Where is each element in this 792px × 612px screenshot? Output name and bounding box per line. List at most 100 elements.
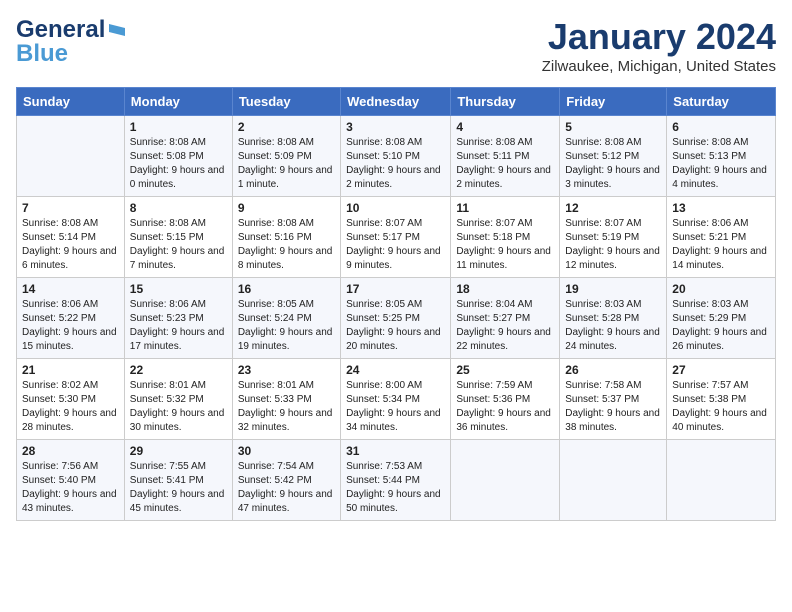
cell-sun-info: Sunrise: 8:08 AMSunset: 5:14 PMDaylight:… — [22, 217, 119, 273]
day-number: 10 — [346, 201, 445, 215]
weekday-header: Sunday — [17, 88, 125, 116]
day-number: 23 — [238, 363, 335, 377]
day-number: 3 — [346, 120, 445, 134]
calendar-cell: 30 Sunrise: 7:54 AMSunset: 5:42 PMDayligh… — [232, 440, 340, 521]
calendar-cell: 7 Sunrise: 8:08 AMSunset: 5:14 PMDaylight… — [17, 197, 125, 278]
cell-sun-info: Sunrise: 8:03 AMSunset: 5:28 PMDaylight:… — [565, 298, 661, 354]
calendar-cell: 5Sunrise: 8:08 AMSunset: 5:12 PMDaylight… — [560, 116, 667, 197]
day-number: 21 — [22, 363, 119, 377]
logo-icon — [107, 20, 127, 40]
cell-sun-info: Sunrise: 8:08 AMSunset: 5:13 PMDaylight:… — [672, 136, 770, 192]
calendar-cell: 29 Sunrise: 7:55 AMSunset: 5:41 PMDayligh… — [124, 440, 232, 521]
day-number: 26 — [565, 363, 661, 377]
day-number: 19 — [565, 282, 661, 296]
day-number: 14 — [22, 282, 119, 296]
logo: General Blue — [16, 16, 127, 68]
title-block: January 2024 Zilwaukee, Michigan, United… — [542, 16, 776, 75]
day-number: 24 — [346, 363, 445, 377]
cell-sun-info: Sunrise: 8:01 AMSunset: 5:32 PMDaylight:… — [130, 379, 227, 435]
calendar-cell: 15 Sunrise: 8:06 AMSunset: 5:23 PMDayligh… — [124, 278, 232, 359]
cell-sun-info: Sunrise: 8:06 AMSunset: 5:22 PMDaylight:… — [22, 298, 119, 354]
weekday-header: Saturday — [667, 88, 776, 116]
cell-sun-info: Sunrise: 7:54 AMSunset: 5:42 PMDaylight:… — [238, 460, 335, 516]
weekday-header-row: SundayMondayTuesdayWednesdayThursdayFrid… — [17, 88, 776, 116]
page-header: General Blue January 2024 Zilwaukee, Mic… — [16, 16, 776, 75]
calendar-cell: 14 Sunrise: 8:06 AMSunset: 5:22 PMDayligh… — [17, 278, 125, 359]
weekday-header: Monday — [124, 88, 232, 116]
calendar-cell: 13Sunrise: 8:06 AMSunset: 5:21 PMDayligh… — [667, 197, 776, 278]
calendar-cell: 11 Sunrise: 8:07 AMSunset: 5:18 PMDayligh… — [451, 197, 560, 278]
day-number: 28 — [22, 444, 119, 458]
calendar-cell: 24 Sunrise: 8:00 AMSunset: 5:34 PMDayligh… — [341, 359, 451, 440]
day-number: 31 — [346, 444, 445, 458]
day-number: 6 — [672, 120, 770, 134]
calendar-cell: 27 Sunrise: 7:57 AMSunset: 5:38 PMDayligh… — [667, 359, 776, 440]
calendar-cell: 26 Sunrise: 7:58 AMSunset: 5:37 PMDayligh… — [560, 359, 667, 440]
cell-sun-info: Sunrise: 8:06 AMSunset: 5:23 PMDaylight:… — [130, 298, 227, 354]
day-number: 29 — [130, 444, 227, 458]
calendar-cell: 21Sunrise: 8:02 AMSunset: 5:30 PMDayligh… — [17, 359, 125, 440]
cell-sun-info: Sunrise: 8:00 AMSunset: 5:34 PMDaylight:… — [346, 379, 445, 435]
day-number: 22 — [130, 363, 227, 377]
cell-sun-info: Sunrise: 8:04 AMSunset: 5:27 PMDaylight:… — [456, 298, 554, 354]
day-number: 18 — [456, 282, 554, 296]
calendar-cell — [451, 440, 560, 521]
calendar-cell: 25Sunrise: 7:59 AMSunset: 5:36 PMDayligh… — [451, 359, 560, 440]
calendar-cell: 19 Sunrise: 8:03 AMSunset: 5:28 PMDayligh… — [560, 278, 667, 359]
day-number: 8 — [130, 201, 227, 215]
calendar-cell: 23 Sunrise: 8:01 AMSunset: 5:33 PMDayligh… — [232, 359, 340, 440]
day-number: 20 — [672, 282, 770, 296]
cell-sun-info: Sunrise: 7:58 AMSunset: 5:37 PMDaylight:… — [565, 379, 661, 435]
cell-sun-info: Sunrise: 8:08 AMSunset: 5:12 PMDaylight:… — [565, 136, 661, 192]
calendar-cell: 8 Sunrise: 8:08 AMSunset: 5:15 PMDaylight… — [124, 197, 232, 278]
day-number: 11 — [456, 201, 554, 215]
cell-sun-info: Sunrise: 8:08 AMSunset: 5:16 PMDaylight:… — [238, 217, 335, 273]
day-number: 12 — [565, 201, 661, 215]
cell-sun-info: Sunrise: 8:08 AMSunset: 5:11 PMDaylight:… — [456, 136, 554, 192]
cell-sun-info: Sunrise: 7:55 AMSunset: 5:41 PMDaylight:… — [130, 460, 227, 516]
calendar-cell: 4 Sunrise: 8:08 AMSunset: 5:11 PMDaylight… — [451, 116, 560, 197]
day-number: 4 — [456, 120, 554, 134]
day-number: 1 — [130, 120, 227, 134]
calendar-cell — [17, 116, 125, 197]
calendar-cell: 17Sunrise: 8:05 AMSunset: 5:25 PMDayligh… — [341, 278, 451, 359]
day-number: 15 — [130, 282, 227, 296]
cell-sun-info: Sunrise: 8:05 AMSunset: 5:24 PMDaylight:… — [238, 298, 335, 354]
calendar-week-row: 7 Sunrise: 8:08 AMSunset: 5:14 PMDaylight… — [17, 197, 776, 278]
cell-sun-info: Sunrise: 8:08 AMSunset: 5:08 PMDaylight:… — [130, 136, 227, 192]
calendar-cell: 20 Sunrise: 8:03 AMSunset: 5:29 PMDayligh… — [667, 278, 776, 359]
calendar-cell: 2Sunrise: 8:08 AMSunset: 5:09 PMDaylight… — [232, 116, 340, 197]
calendar-cell: 31 Sunrise: 7:53 AMSunset: 5:44 PMDayligh… — [341, 440, 451, 521]
calendar-week-row: 28 Sunrise: 7:56 AMSunset: 5:40 PMDayligh… — [17, 440, 776, 521]
cell-sun-info: Sunrise: 7:56 AMSunset: 5:40 PMDaylight:… — [22, 460, 119, 516]
calendar-cell: 6 Sunrise: 8:08 AMSunset: 5:13 PMDaylight… — [667, 116, 776, 197]
calendar-cell: 18 Sunrise: 8:04 AMSunset: 5:27 PMDayligh… — [451, 278, 560, 359]
day-number: 13 — [672, 201, 770, 215]
month-title: January 2024 — [542, 16, 776, 58]
day-number: 30 — [238, 444, 335, 458]
cell-sun-info: Sunrise: 8:07 AMSunset: 5:18 PMDaylight:… — [456, 217, 554, 273]
calendar-cell: 3 Sunrise: 8:08 AMSunset: 5:10 PMDaylight… — [341, 116, 451, 197]
calendar-cell: 16Sunrise: 8:05 AMSunset: 5:24 PMDayligh… — [232, 278, 340, 359]
day-number: 27 — [672, 363, 770, 377]
cell-sun-info: Sunrise: 7:53 AMSunset: 5:44 PMDaylight:… — [346, 460, 445, 516]
calendar-cell: 1 Sunrise: 8:08 AMSunset: 5:08 PMDaylight… — [124, 116, 232, 197]
cell-sun-info: Sunrise: 7:57 AMSunset: 5:38 PMDaylight:… — [672, 379, 770, 435]
cell-sun-info: Sunrise: 7:59 AMSunset: 5:36 PMDaylight:… — [456, 379, 554, 435]
calendar-week-row: 1 Sunrise: 8:08 AMSunset: 5:08 PMDaylight… — [17, 116, 776, 197]
cell-sun-info: Sunrise: 8:08 AMSunset: 5:10 PMDaylight:… — [346, 136, 445, 192]
cell-sun-info: Sunrise: 8:08 AMSunset: 5:15 PMDaylight:… — [130, 217, 227, 273]
logo-blue: Blue — [16, 40, 68, 68]
day-number: 7 — [22, 201, 119, 215]
calendar-week-row: 14 Sunrise: 8:06 AMSunset: 5:22 PMDayligh… — [17, 278, 776, 359]
calendar-cell: 12 Sunrise: 8:07 AMSunset: 5:19 PMDayligh… — [560, 197, 667, 278]
cell-sun-info: Sunrise: 8:03 AMSunset: 5:29 PMDaylight:… — [672, 298, 770, 354]
calendar-cell: 28 Sunrise: 7:56 AMSunset: 5:40 PMDayligh… — [17, 440, 125, 521]
cell-sun-info: Sunrise: 8:01 AMSunset: 5:33 PMDaylight:… — [238, 379, 335, 435]
calendar-cell: 9 Sunrise: 8:08 AMSunset: 5:16 PMDaylight… — [232, 197, 340, 278]
calendar-cell: 22 Sunrise: 8:01 AMSunset: 5:32 PMDayligh… — [124, 359, 232, 440]
cell-sun-info: Sunrise: 8:08 AMSunset: 5:09 PMDaylight:… — [238, 136, 335, 192]
day-number: 9 — [238, 201, 335, 215]
cell-sun-info: Sunrise: 8:07 AMSunset: 5:19 PMDaylight:… — [565, 217, 661, 273]
calendar-cell — [560, 440, 667, 521]
